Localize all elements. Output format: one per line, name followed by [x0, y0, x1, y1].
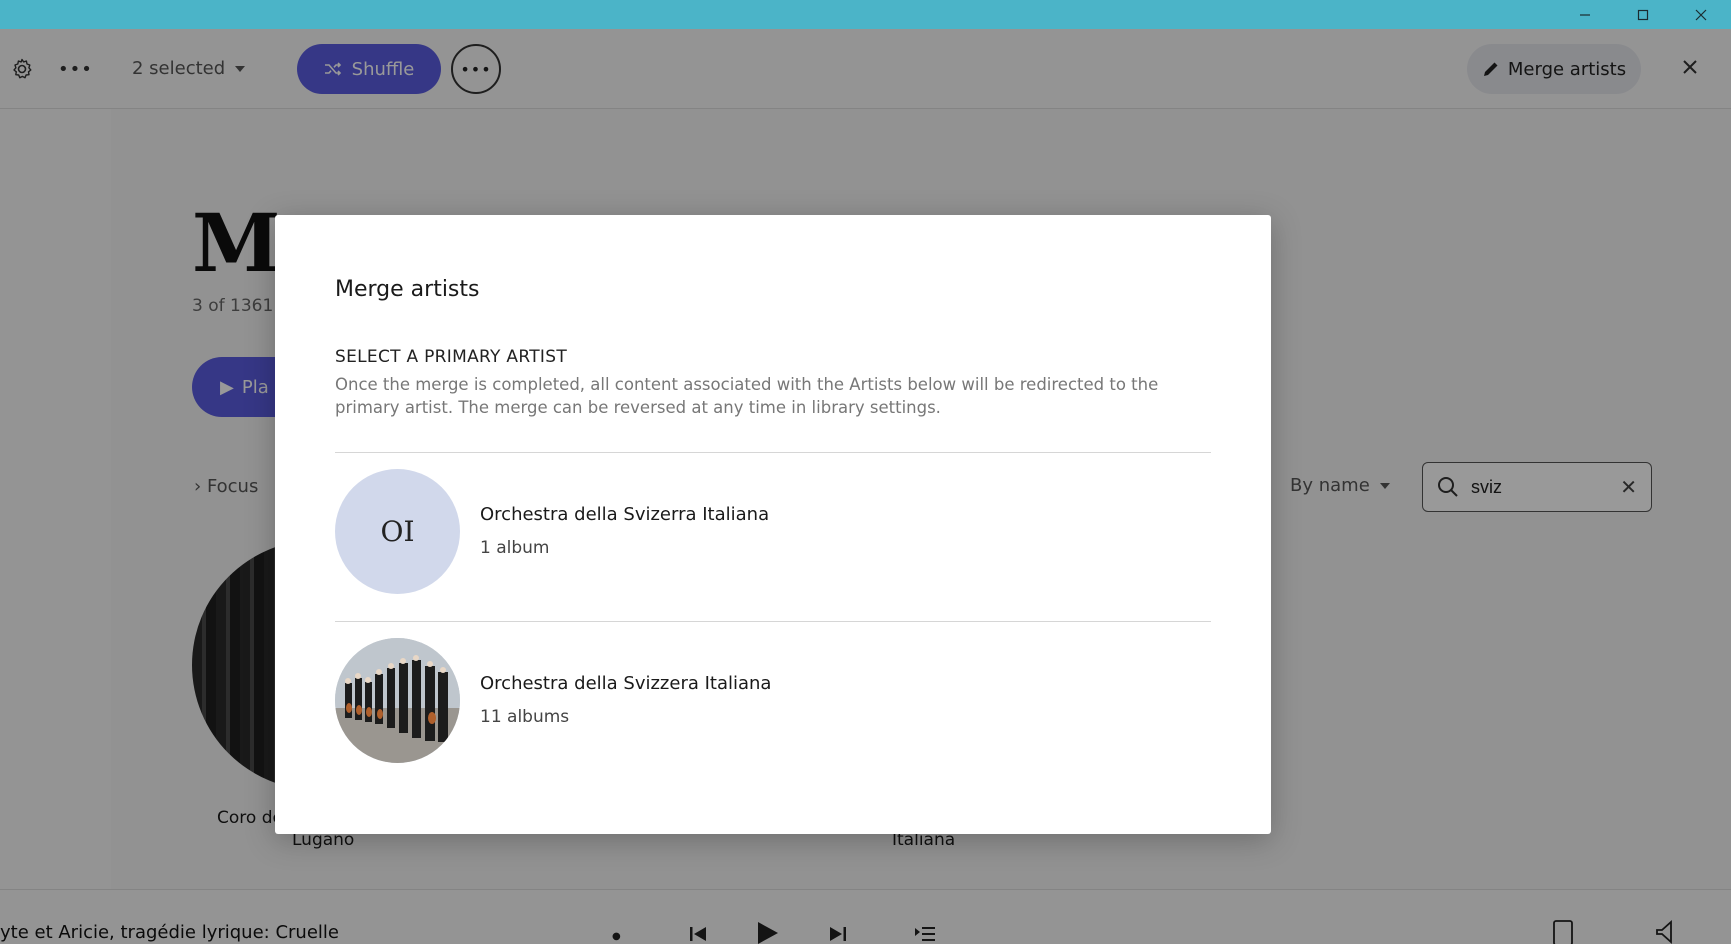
maximize-button[interactable]: [1615, 0, 1671, 29]
artist-name: Orchestra della Svizerra Italiana: [480, 504, 770, 525]
close-icon: [1695, 9, 1707, 20]
merge-artists-dialog: Merge artists SELECT A PRIMARY ARTIST On…: [275, 215, 1271, 834]
window-close-button[interactable]: [1673, 0, 1729, 29]
artist-option-row[interactable]: OI Orchestra della Svizerra Italiana 1 a…: [335, 456, 1211, 606]
dialog-subheading: SELECT A PRIMARY ARTIST: [335, 347, 568, 367]
artist-name: Orchestra della Svizzera Italiana: [480, 673, 772, 694]
minimize-button[interactable]: [1557, 0, 1613, 29]
avatar-initials: OI: [380, 514, 415, 548]
dialog-title: Merge artists: [335, 277, 480, 302]
artist-info: Orchestra della Svizzera Italiana 11 alb…: [480, 673, 771, 727]
artist-avatar: [335, 637, 460, 763]
maximize-icon: [1637, 9, 1649, 20]
divider: [335, 621, 1211, 622]
artist-avatar: OI: [335, 468, 460, 594]
window-titlebar: [0, 0, 1731, 29]
minimize-icon: [1580, 13, 1590, 16]
dialog-description: Once the merge is completed, all content…: [335, 375, 1159, 417]
album-count: 11 albums: [480, 707, 570, 727]
album-count: 1 album: [480, 538, 550, 558]
artist-info: Orchestra della Svizerra Italiana 1 albu…: [480, 504, 769, 558]
artist-option-row[interactable]: Orchestra della Svizzera Italiana 11 alb…: [335, 625, 1211, 775]
orchestra-photo-image: [335, 637, 460, 763]
divider: [335, 452, 1211, 453]
